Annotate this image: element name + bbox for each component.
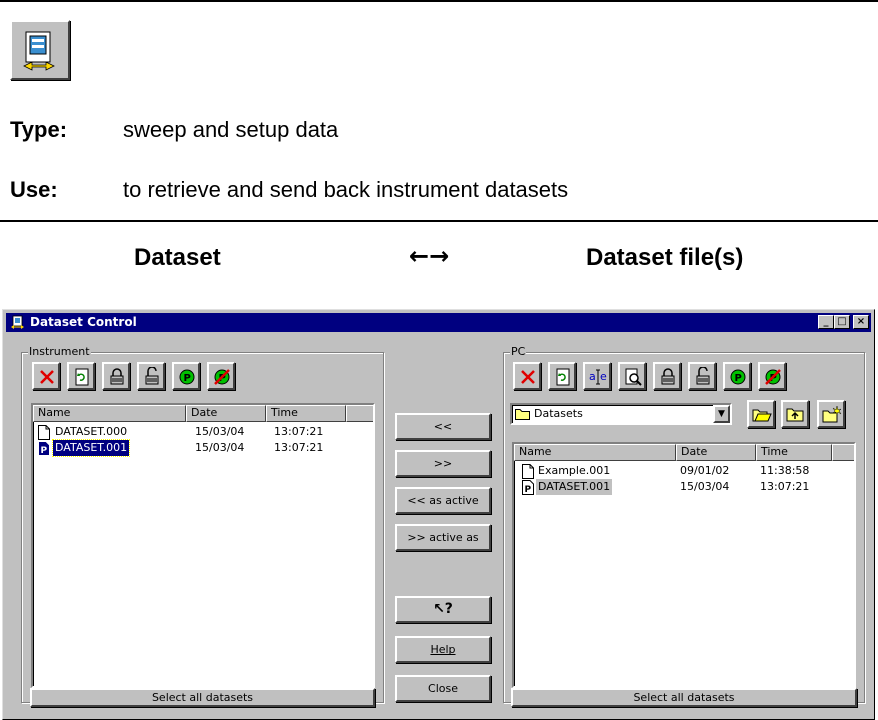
file-name: DATASET.001: [536, 479, 613, 495]
app-icon: [10, 315, 26, 333]
help-button[interactable]: Help: [395, 636, 491, 663]
protect-icon[interactable]: P: [723, 362, 751, 390]
column-date[interactable]: Date: [186, 405, 266, 422]
folder-icon: [515, 407, 531, 424]
copy-to-pc-button[interactable]: >>: [395, 450, 491, 477]
refresh-icon[interactable]: [67, 362, 95, 390]
dataset-files-header: Dataset file(s): [586, 244, 744, 271]
active-file-icon: P: [38, 441, 50, 459]
pc-select-all-button[interactable]: Select all datasets: [511, 688, 857, 707]
use-label: Use:: [10, 177, 58, 202]
protected-file-icon: P: [522, 480, 534, 498]
list-item[interactable]: DATASET.000 15/03/04 13:07:21: [33, 424, 373, 440]
instrument-select-all-label: Select all datasets: [151, 691, 254, 704]
column-filler: [346, 405, 373, 422]
file-date: 15/03/04: [195, 441, 245, 454]
svg-text:P: P: [41, 446, 48, 456]
file-date: 15/03/04: [195, 425, 245, 438]
type-value: sweep and setup data: [123, 117, 339, 142]
delete-icon[interactable]: [32, 362, 60, 390]
column-filler: [832, 444, 854, 461]
top-rule: [0, 0, 878, 2]
up-folder-icon[interactable]: [781, 400, 809, 428]
pc-group-label: PC: [510, 345, 527, 358]
unlock-icon[interactable]: [137, 362, 165, 390]
rename-icon[interactable]: ae: [583, 362, 611, 390]
dataset-control-icon: [10, 20, 70, 80]
file-time: 13:07:21: [274, 441, 324, 454]
window-title: Dataset Control: [30, 315, 137, 329]
instrument-file-list[interactable]: Name Date Time DATASET.000 15/03/04 13:0…: [31, 403, 375, 688]
delete-icon[interactable]: [513, 362, 541, 390]
minimize-button[interactable]: _: [818, 315, 834, 329]
file-time: 13:07:21: [274, 425, 324, 438]
svg-text:P: P: [735, 373, 742, 384]
view-icon[interactable]: [618, 362, 646, 390]
svg-text:P: P: [184, 373, 191, 384]
whats-this-button[interactable]: ↖?: [395, 596, 491, 623]
file-date: 09/01/02: [680, 464, 730, 477]
file-time: 13:07:21: [760, 480, 810, 493]
list-item[interactable]: Example.001 09/01/02 11:38:58: [514, 463, 854, 479]
middle-rule: [0, 220, 878, 222]
column-time[interactable]: Time: [266, 405, 346, 422]
unprotect-icon[interactable]: P: [207, 362, 235, 390]
instrument-group-label: Instrument: [28, 345, 91, 358]
copy-as-active-button[interactable]: << as active: [395, 487, 491, 514]
file-name: DATASET.000: [55, 425, 128, 438]
dropdown-arrow-icon[interactable]: ▼: [713, 405, 730, 423]
list-item-selected[interactable]: P DATASET.001 15/03/04 13:07:21: [33, 439, 373, 459]
close-button[interactable]: Close: [395, 675, 491, 702]
column-date[interactable]: Date: [676, 444, 756, 461]
copy-active-as-label: >> active as: [407, 531, 479, 544]
folder-select[interactable]: Datasets ▼: [510, 403, 732, 425]
open-folder-icon[interactable]: [747, 400, 775, 428]
transfer-arrows: ←→: [409, 242, 450, 270]
file-name: Example.001: [538, 464, 611, 477]
close-label: Close: [428, 682, 458, 695]
copy-as-active-label: << as active: [407, 494, 479, 507]
column-name[interactable]: Name: [33, 405, 186, 422]
folder-name: Datasets: [534, 407, 583, 420]
copy-active-as-button[interactable]: >> active as: [395, 524, 491, 551]
help-label: Help: [430, 643, 456, 656]
dataset-header: Dataset: [134, 244, 221, 271]
lock-icon[interactable]: [653, 362, 681, 390]
use-value: to retrieve and send back instrument dat…: [123, 177, 569, 202]
title-bar[interactable]: Dataset Control _ □ ×: [6, 313, 871, 332]
svg-text:e: e: [600, 370, 607, 383]
refresh-icon[interactable]: [548, 362, 576, 390]
dataset-control-window: Dataset Control _ □ × Instrument P P Nam…: [2, 309, 875, 720]
unlock-icon[interactable]: [688, 362, 716, 390]
svg-text:a: a: [589, 370, 596, 383]
instrument-select-all-button[interactable]: Select all datasets: [30, 688, 375, 707]
file-time: 11:38:58: [760, 464, 810, 477]
copy-to-instrument-button[interactable]: <<: [395, 413, 491, 440]
copy-to-instrument-label: <<: [433, 420, 453, 433]
column-time[interactable]: Time: [756, 444, 832, 461]
maximize-button[interactable]: □: [834, 315, 850, 329]
svg-text:P: P: [525, 485, 532, 495]
file-name: DATASET.001: [51, 439, 131, 457]
lock-icon[interactable]: [102, 362, 130, 390]
pc-select-all-label: Select all datasets: [633, 691, 735, 704]
pc-file-list[interactable]: Name Date Time Example.001 09/01/02 11:3…: [512, 442, 856, 688]
protect-icon[interactable]: P: [172, 362, 200, 390]
unprotect-icon[interactable]: P: [758, 362, 786, 390]
copy-to-pc-label: >>: [433, 457, 453, 470]
close-window-button[interactable]: ×: [853, 315, 869, 329]
whats-this-icon: ↖?: [433, 601, 453, 617]
type-label: Type:: [10, 117, 68, 142]
new-folder-icon[interactable]: [817, 400, 845, 428]
list-item-selected[interactable]: P DATASET.001 15/03/04 13:07:21: [514, 479, 854, 495]
column-name[interactable]: Name: [514, 444, 676, 461]
file-date: 15/03/04: [680, 480, 730, 493]
